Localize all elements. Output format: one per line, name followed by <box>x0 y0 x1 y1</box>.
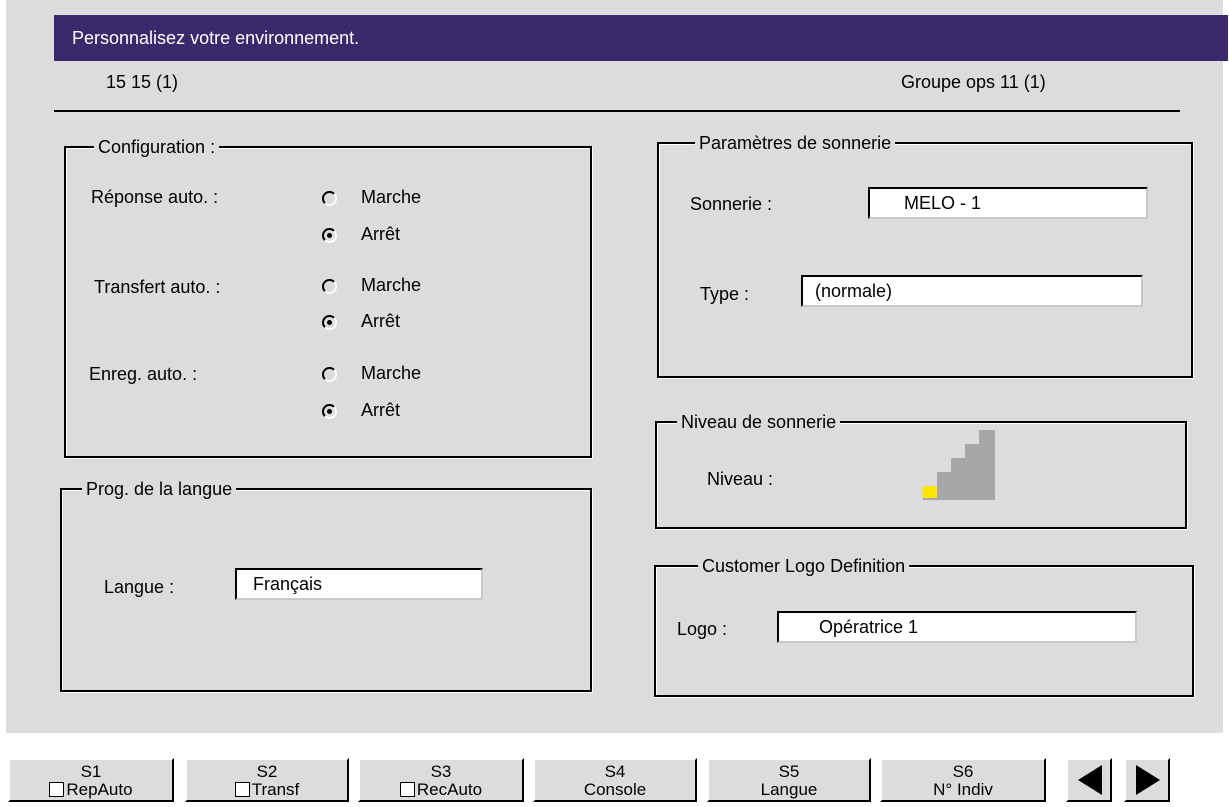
logo-legend: Customer Logo Definition <box>698 555 910 577</box>
checkbox-icon <box>49 782 65 797</box>
softkey-s1[interactable]: S1 RepAuto <box>8 758 174 802</box>
softkey-s4-label: Console <box>583 780 647 799</box>
enreg-auto-on-label[interactable]: Marche <box>361 363 421 384</box>
softkey-s2-key: S2 <box>256 762 278 781</box>
header-extension: 15 15 (1) <box>106 72 179 92</box>
reponse-auto-label: Réponse auto. : <box>91 187 219 207</box>
level-step-active <box>923 486 937 498</box>
transfert-auto-off-radio[interactable] <box>322 315 337 330</box>
softkey-s5-key: S5 <box>778 762 800 781</box>
checkbox-icon <box>234 782 250 797</box>
softkey-s6-label: N° Indiv <box>933 780 993 799</box>
sonnerie-frame: Paramètres de sonnerie <box>657 132 1193 378</box>
level-step <box>979 430 995 500</box>
next-page-button[interactable] <box>1124 758 1170 802</box>
langue-label: Langue : <box>104 577 175 597</box>
enreg-auto-off-label[interactable]: Arrêt <box>361 400 400 421</box>
sonnerie-legend: Paramètres de sonnerie <box>695 132 896 154</box>
softkey-s4-key: S4 <box>604 762 626 781</box>
logo-label: Logo : <box>677 619 728 639</box>
langue-field[interactable]: Français <box>235 568 483 600</box>
softkey-s3-key: S3 <box>430 762 452 781</box>
langue-legend: Prog. de la langue <box>82 478 237 500</box>
enreg-auto-label: Enreg. auto. : <box>89 364 198 384</box>
sonnerie-label: Sonnerie : <box>690 194 773 214</box>
niveau-label: Niveau : <box>707 469 774 489</box>
softkey-s4[interactable]: S4 Console <box>533 758 697 802</box>
checkbox-icon <box>399 782 415 797</box>
enreg-auto-off-radio[interactable] <box>322 404 337 419</box>
logo-field[interactable]: Opératrice 1 <box>777 611 1137 643</box>
softkey-s1-key: S1 <box>80 762 102 781</box>
arrow-left-icon <box>1078 765 1102 795</box>
niveau-legend: Niveau de sonnerie <box>677 411 841 433</box>
title-bar: Personnalisez votre environnement. <box>54 15 1228 61</box>
type-label: Type : <box>700 284 750 304</box>
softkey-s1-label: RepAuto <box>66 780 133 799</box>
softkey-s3-label: RecAuto <box>416 780 483 799</box>
reponse-auto-on-label[interactable]: Marche <box>361 187 421 208</box>
softkey-s6-key: S6 <box>952 762 974 781</box>
prev-page-button[interactable] <box>1066 758 1112 802</box>
header-divider <box>54 110 1180 112</box>
page-title: Personnalisez votre environnement. <box>72 28 360 48</box>
transfert-auto-label: Transfert auto. : <box>94 277 221 297</box>
softkey-s5-label: Langue <box>760 780 818 799</box>
configuration-legend: Configuration : <box>94 136 220 158</box>
transfert-auto-on-radio[interactable] <box>322 279 337 294</box>
softkey-s2-label: Transf <box>251 780 300 799</box>
softkey-s3[interactable]: S3 RecAuto <box>358 758 524 802</box>
reponse-auto-off-label[interactable]: Arrêt <box>361 224 400 245</box>
enreg-auto-on-radio[interactable] <box>322 367 337 382</box>
softkey-s2[interactable]: S2 Transf <box>185 758 349 802</box>
transfert-auto-on-label[interactable]: Marche <box>361 275 421 296</box>
type-field[interactable]: (normale) <box>801 275 1143 307</box>
softkey-s5[interactable]: S5 Langue <box>707 758 871 802</box>
arrow-right-icon <box>1136 765 1160 795</box>
transfert-auto-off-label[interactable]: Arrêt <box>361 311 400 332</box>
header-group: Groupe ops 11 (1) <box>901 72 1046 92</box>
reponse-auto-on-radio[interactable] <box>322 191 337 206</box>
sonnerie-field[interactable]: MELO - 1 <box>868 187 1148 219</box>
reponse-auto-off-radio[interactable] <box>322 228 337 243</box>
softkey-s6[interactable]: S6 N° Indiv <box>880 758 1046 802</box>
